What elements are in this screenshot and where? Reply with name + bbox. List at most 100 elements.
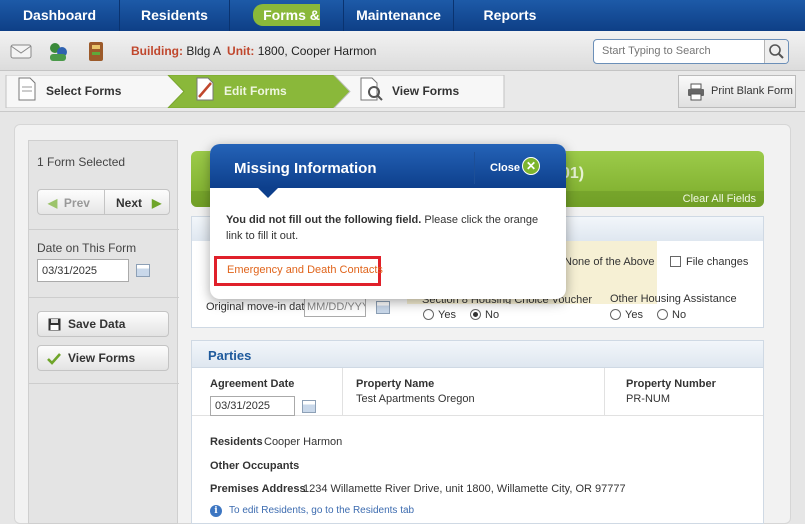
calendar-icon[interactable] — [376, 301, 390, 314]
clear-all-fields-link[interactable]: Clear All Fields — [683, 193, 756, 205]
dialog-pointer — [258, 188, 278, 198]
other-yes-radio[interactable] — [610, 309, 621, 320]
parties-header — [192, 341, 763, 368]
checkmark-icon — [47, 353, 61, 365]
save-data-label: Save Data — [68, 317, 126, 331]
parties-panel: Parties Agreement Date 03/31/2025 Proper… — [191, 340, 764, 524]
steps-bar: Select Forms Edit Forms View Forms Print… — [0, 71, 805, 112]
printer-icon — [688, 83, 704, 101]
section8-no-radio[interactable] — [470, 309, 481, 320]
form-date-input[interactable]: 03/31/2025 — [37, 259, 129, 282]
movein-date-input[interactable]: MM/DD/YYYY — [304, 297, 366, 317]
parties-title: Parties — [208, 348, 252, 363]
tab-reports[interactable]: Reports — [454, 0, 566, 31]
building-label: Building: — [131, 44, 183, 58]
section8-no-option[interactable]: No — [470, 309, 499, 321]
other-assistance-label: Other Housing Assistance — [610, 293, 737, 305]
unit-label: Unit: — [227, 44, 255, 58]
dialog-title: Missing Information — [234, 160, 377, 177]
section8-yes-radio[interactable] — [423, 309, 434, 320]
tab-residents-label: Residents — [141, 7, 208, 23]
search-icon — [769, 44, 784, 59]
step-view-label: View Forms — [392, 84, 460, 98]
column-divider — [342, 368, 343, 415]
property-number-label: Property Number — [626, 378, 716, 390]
prev-label: Prev — [63, 196, 90, 210]
emergency-contacts-link[interactable]: Emergency and Death Contacts — [227, 264, 383, 276]
search-input[interactable] — [602, 45, 762, 57]
prev-button[interactable]: ◀ Prev — [48, 196, 90, 210]
step-select-forms[interactable]: Select Forms — [16, 75, 121, 108]
envelope-icon[interactable] — [9, 39, 33, 63]
edit-document-icon — [196, 77, 214, 101]
step-view-forms[interactable]: View Forms — [358, 75, 459, 108]
other-yes-option[interactable]: Yes — [610, 309, 643, 321]
dialog-message: You did not fill out the following field… — [226, 212, 550, 244]
section8-yes-option[interactable]: Yes — [423, 309, 456, 321]
property-number-value: PR-NUM — [626, 393, 670, 405]
forms-selected-count: 1 Form Selected — [37, 155, 126, 169]
premises-address-value: 1234 Willamette River Drive, unit 1800, … — [303, 483, 626, 495]
divider — [29, 383, 179, 384]
magnifier-document-icon — [360, 77, 383, 101]
close-label[interactable]: Close — [490, 162, 520, 174]
tab-dashboard[interactable]: Dashboard — [0, 0, 120, 31]
movein-date-label: Original move-in date — [206, 301, 311, 313]
arrow-left-icon: ◀ — [48, 196, 58, 210]
close-divider — [474, 152, 475, 184]
file-changes-label: File changes — [686, 256, 749, 268]
view-forms-button[interactable]: View Forms — [37, 345, 169, 371]
next-label: Next — [116, 196, 143, 210]
search-box — [593, 39, 789, 64]
form-date-label: Date on This Form — [37, 241, 137, 255]
unit-value: 1800, Cooper Harmon — [257, 44, 377, 58]
calendar-icon[interactable] — [302, 400, 316, 413]
step-select-label: Select Forms — [46, 84, 122, 98]
view-forms-label: View Forms — [68, 351, 136, 365]
context-bar: Building: Bldg A Unit: 1800, Cooper Harm… — [0, 31, 805, 71]
property-name-value: Test Apartments Oregon — [356, 393, 475, 405]
residents-value: Cooper Harmon — [264, 436, 343, 448]
binder-icon[interactable] — [84, 39, 108, 63]
top-nav: Dashboard Residents Forms & Docs Mainten… — [0, 0, 805, 57]
next-button[interactable]: Next ▶ — [116, 196, 161, 210]
building-value: Bldg A — [186, 44, 221, 58]
prev-next-divider — [104, 190, 105, 214]
premises-address-label: Premises Address — [210, 483, 306, 495]
step-edit-forms[interactable]: Edit Forms — [194, 75, 287, 108]
column-divider — [604, 368, 605, 415]
calendar-icon[interactable] — [136, 264, 150, 277]
file-changes-checkbox[interactable] — [670, 256, 681, 267]
other-no-option[interactable]: No — [657, 309, 686, 321]
print-blank-form-button[interactable]: Print Blank Form — [678, 75, 796, 108]
none-above-label: None of the Above — [564, 256, 655, 268]
residents-label: Residents — [210, 436, 263, 448]
print-label: Print Blank Form — [711, 85, 793, 97]
missing-info-dialog: Missing Information Close ✕ You did not … — [210, 144, 566, 299]
save-disk-icon — [48, 318, 61, 331]
agreement-date-input[interactable]: 03/31/2025 — [210, 396, 295, 416]
document-icon — [18, 77, 36, 101]
sidebar: 1 Form Selected ◀ Prev Next ▶ Date on Th… — [28, 140, 179, 524]
tab-reports-label: Reports — [483, 7, 537, 23]
tab-maintenance[interactable]: Maintenance — [344, 0, 454, 31]
people-icon[interactable] — [46, 39, 70, 63]
other-no-label: No — [672, 309, 687, 321]
edit-residents-hint[interactable]: To edit Residents, go to the Residents t… — [229, 505, 414, 516]
none-above-option[interactable]: None of the Above — [564, 256, 655, 268]
section8-no-label: No — [485, 309, 500, 321]
close-icon[interactable]: ✕ — [522, 157, 540, 175]
divider — [29, 297, 179, 298]
property-name-label: Property Name — [356, 378, 435, 390]
divider — [29, 229, 179, 230]
tab-forms-docs[interactable]: Forms & Docs — [230, 0, 344, 57]
section8-yes-label: Yes — [438, 309, 456, 321]
file-changes-option[interactable]: File changes — [670, 256, 748, 268]
tab-dashboard-label: Dashboard — [22, 7, 97, 23]
other-occupants-label: Other Occupants — [210, 460, 300, 472]
tab-residents[interactable]: Residents — [120, 0, 230, 31]
save-data-button[interactable]: Save Data — [37, 311, 169, 337]
search-button[interactable] — [764, 40, 788, 63]
other-no-radio[interactable] — [657, 309, 668, 320]
info-icon: i — [210, 505, 222, 517]
